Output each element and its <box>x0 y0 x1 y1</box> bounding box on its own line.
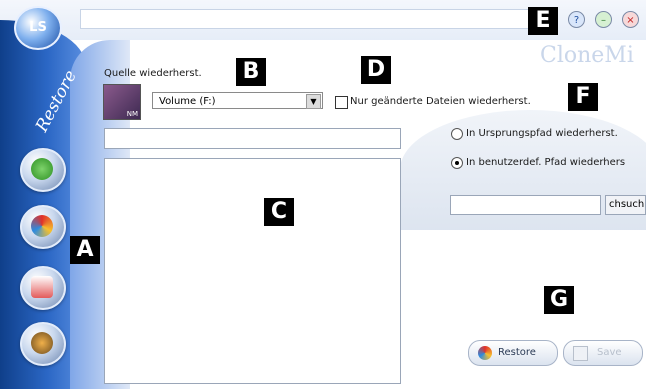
annotation-label-g: G <box>544 286 574 314</box>
save-button-label: Save <box>597 347 622 358</box>
custom-path-radio[interactable] <box>451 157 463 169</box>
annotation-label-f: F <box>568 83 598 111</box>
sidebar-item-download[interactable] <box>20 148 66 192</box>
annotation-label-e: E <box>528 7 558 35</box>
custom-path-label: In benutzerdef. Pfad wiederhers <box>466 157 626 168</box>
annotation-label-d: D <box>361 56 391 84</box>
sidebar-item-restore[interactable] <box>20 205 66 249</box>
sidebar-item-tools[interactable] <box>20 322 66 366</box>
volume-select-value: Volume (F:) <box>159 96 216 107</box>
original-path-radio[interactable] <box>451 128 463 140</box>
original-path-label: In Ursprungspfad wiederherst. <box>466 128 618 139</box>
tools-icon <box>31 332 53 354</box>
browse-button[interactable]: chsuch <box>605 195 646 215</box>
restore-button[interactable]: Restore <box>468 340 558 366</box>
path-input[interactable] <box>104 128 401 149</box>
title-field <box>80 9 552 29</box>
logo-text: LS <box>29 20 47 35</box>
close-button[interactable]: × <box>622 11 639 28</box>
drive-icon: NM <box>103 84 141 120</box>
restore-disc-icon <box>31 215 53 237</box>
calendar-schedule-icon <box>31 276 53 298</box>
sidebar-item-schedule[interactable] <box>20 266 66 310</box>
minimize-button[interactable]: – <box>595 11 612 28</box>
brand-watermark: CloneMi <box>540 43 634 68</box>
changed-files-label: Nur geänderte Dateien wiederherst. <box>350 96 531 107</box>
file-tree-panel[interactable] <box>104 158 401 384</box>
chevron-down-icon[interactable]: ▼ <box>306 94 321 109</box>
browse-label: chsuch <box>609 199 645 210</box>
help-button[interactable]: ? <box>568 11 585 28</box>
annotation-label-c: C <box>264 198 294 226</box>
restore-button-label: Restore <box>498 347 536 358</box>
save-icon <box>573 346 588 361</box>
annotation-label-b: B <box>236 58 266 86</box>
annotation-label-a: A <box>70 236 100 264</box>
source-label: Quelle wiederherst. <box>104 68 202 79</box>
custom-path-input[interactable] <box>450 195 601 215</box>
save-button[interactable]: Save <box>563 340 643 366</box>
download-arrow-icon <box>31 158 53 180</box>
changed-files-checkbox[interactable] <box>335 96 348 109</box>
volume-select[interactable]: Volume (F:) ▼ <box>152 92 323 109</box>
restore-icon <box>478 346 492 360</box>
drive-icon-caption: NM <box>126 110 138 118</box>
app-logo-icon: LS <box>14 6 62 50</box>
restore-window: LS Restore ? – × CloneMi Quelle wiederhe… <box>0 0 646 389</box>
